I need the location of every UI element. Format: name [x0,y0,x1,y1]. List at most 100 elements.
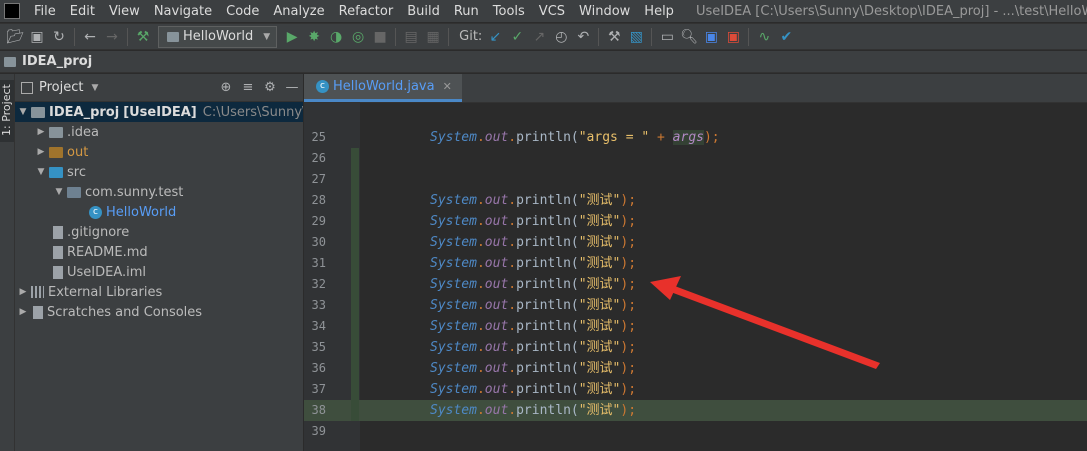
tree-item-helloworld[interactable]: c HelloWorld [15,202,303,222]
menu-code[interactable]: Code [226,4,259,19]
gear-icon[interactable]: ⚙ [259,80,281,95]
code-line[interactable]: 34 System.out.println("测试"); [304,316,1087,337]
breadcrumb-project[interactable]: IDEA_proj [22,54,92,69]
menu-build[interactable]: Build [407,4,440,19]
tree-item-external-libraries[interactable]: ▶ External Libraries [15,282,303,302]
push-icon[interactable]: ↗ [528,26,550,48]
vcs-change-marker[interactable] [351,316,359,337]
vcs-change-marker[interactable] [351,337,359,358]
line-number[interactable]: 31 [304,253,326,274]
line-number[interactable]: 34 [304,316,326,337]
vcs-change-marker[interactable] [351,148,359,169]
editor-tab-helloworld[interactable]: c HelloWorld.java ✕ [304,74,462,102]
tree-item-out[interactable]: ▶ out [15,142,303,162]
line-number[interactable]: 39 [304,421,326,442]
line-number[interactable]: 32 [304,274,326,295]
menu-window[interactable]: Window [579,4,630,19]
line-number[interactable]: 27 [304,169,326,190]
google-translate-alt-icon[interactable]: ▣ [722,26,744,48]
activity-monitor-icon[interactable]: ∿ [753,26,775,48]
build-hammer-icon[interactable]: ⚒ [132,26,154,48]
collapsed-arrow-icon[interactable]: ▶ [17,287,29,297]
run-icon[interactable]: ▶ [281,26,303,48]
project-view-select[interactable]: Project [39,80,83,95]
hide-minus-icon[interactable]: — [281,80,303,95]
tree-item-iml[interactable]: UseIDEA.iml [15,262,303,282]
vcs-change-marker[interactable] [351,211,359,232]
expanded-arrow-icon[interactable]: ▼ [35,167,47,177]
vcs-change-marker[interactable] [351,190,359,211]
stop-all-icon[interactable]: ▦ [422,26,444,48]
project-tool-window-tab[interactable]: 1: Project [0,80,14,142]
vcs-change-marker[interactable] [351,274,359,295]
terminal-icon[interactable]: ▭ [656,26,678,48]
menu-view[interactable]: View [109,4,140,19]
vcs-change-marker[interactable] [351,232,359,253]
code-line[interactable]: 30 System.out.println("测试"); [304,232,1087,253]
attach-debugger-icon[interactable]: ▤ [400,26,422,48]
expanded-arrow-icon[interactable]: ▼ [17,107,29,117]
rollback-icon[interactable]: ↶ [572,26,594,48]
back-arrow-icon[interactable]: ← [79,26,101,48]
tree-item-readme[interactable]: README.md [15,242,303,262]
tree-item-scratches[interactable]: ▶ Scratches and Consoles [15,302,303,322]
menu-run[interactable]: Run [454,4,479,19]
code-line[interactable]: 27 [304,169,1087,190]
code-line[interactable]: 38 System.out.println("测试"); [304,400,1087,421]
menu-edit[interactable]: Edit [70,4,95,19]
line-number[interactable]: 35 [304,337,326,358]
settings-wrench-icon[interactable]: ⚒ [603,26,625,48]
vcs-change-marker[interactable] [351,379,359,400]
search-icon[interactable]: 🔍︎ [678,26,700,48]
line-number[interactable]: 38 [304,400,326,421]
stop-icon[interactable]: ■ [369,26,391,48]
menu-analyze[interactable]: Analyze [273,4,324,19]
tree-item-gitignore[interactable]: .gitignore [15,222,303,242]
profile-icon[interactable]: ◎ [347,26,369,48]
save-all-icon[interactable]: ▣ [26,26,48,48]
expanded-arrow-icon[interactable]: ▼ [53,187,65,197]
code-line[interactable]: 37 System.out.println("测试"); [304,379,1087,400]
code-line[interactable]: 39 [304,421,1087,442]
debug-bug-icon[interactable]: ✸ [303,26,325,48]
history-clock-icon[interactable]: ◴ [550,26,572,48]
google-translate-icon[interactable]: ▣ [700,26,722,48]
menu-tools[interactable]: Tools [493,4,525,19]
tree-item-package[interactable]: ▼ com.sunny.test [15,182,303,202]
project-structure-icon[interactable]: ▧ [625,26,647,48]
line-number[interactable]: 28 [304,190,326,211]
collapse-all-icon[interactable]: ≡ [237,80,259,95]
line-number[interactable]: 26 [304,148,326,169]
vcs-change-marker[interactable] [351,295,359,316]
line-number[interactable]: 29 [304,211,326,232]
code-line[interactable]: 25 System.out.println("args = " + args); [304,127,1087,148]
line-number[interactable]: 25 [304,127,326,148]
code-line[interactable]: 35 System.out.println("测试"); [304,337,1087,358]
forward-arrow-icon[interactable]: → [101,26,123,48]
vcs-change-marker[interactable] [351,358,359,379]
close-icon[interactable]: ✕ [443,80,452,93]
update-project-icon[interactable]: ↙ [484,26,506,48]
tree-item-idea[interactable]: ▶ .idea [15,122,303,142]
line-number[interactable]: 30 [304,232,326,253]
check-circle-icon[interactable]: ✔ [775,26,797,48]
menu-navigate[interactable]: Navigate [154,4,212,19]
code-line[interactable]: 28 System.out.println("测试"); [304,190,1087,211]
run-with-coverage-icon[interactable]: ◑ [325,26,347,48]
code-line[interactable]: 31 System.out.println("测试"); [304,253,1087,274]
vcs-change-marker[interactable] [351,253,359,274]
locate-target-icon[interactable]: ⊕ [215,80,237,95]
code-line[interactable]: 26 [304,148,1087,169]
line-number[interactable]: 36 [304,358,326,379]
collapsed-arrow-icon[interactable]: ▶ [35,147,47,157]
menu-help[interactable]: Help [644,4,674,19]
vcs-change-marker[interactable] [351,169,359,190]
code-line[interactable]: 29 System.out.println("测试"); [304,211,1087,232]
chevron-down-icon[interactable]: ▼ [91,83,98,93]
synchronize-icon[interactable]: ↻ [48,26,70,48]
menu-refactor[interactable]: Refactor [339,4,394,19]
vcs-change-marker[interactable] [351,400,359,421]
collapsed-arrow-icon[interactable]: ▶ [35,127,47,137]
collapsed-arrow-icon[interactable]: ▶ [17,307,29,317]
code-line[interactable]: 36 System.out.println("测试"); [304,358,1087,379]
